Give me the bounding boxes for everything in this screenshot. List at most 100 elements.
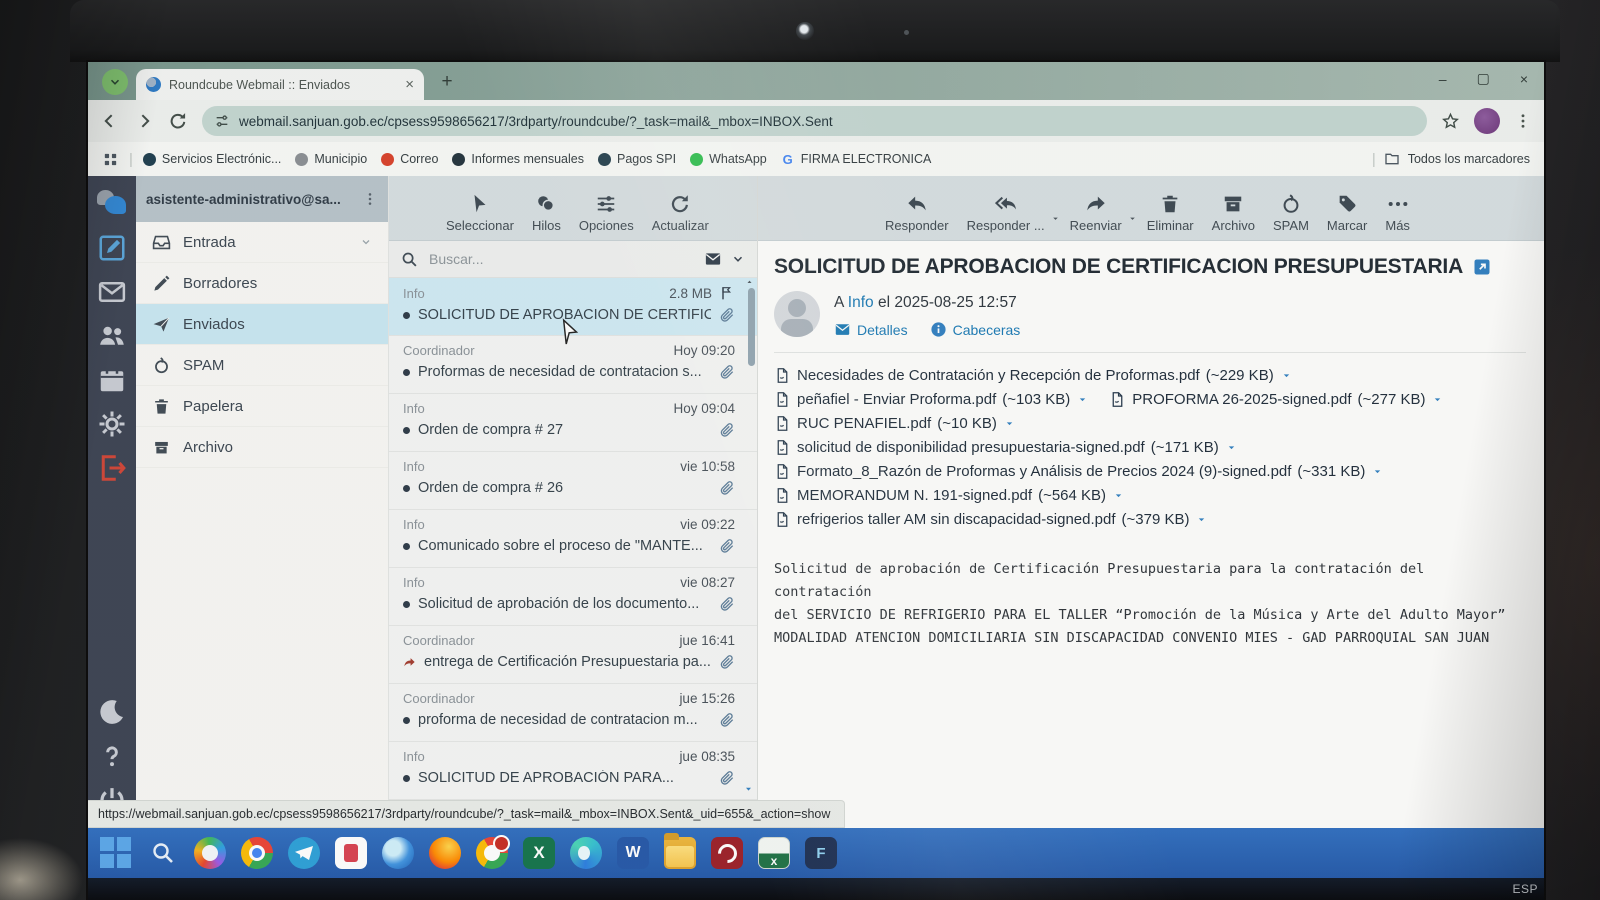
attachment-menu-caret-icon[interactable] xyxy=(1371,465,1384,478)
bookmark-star-icon[interactable] xyxy=(1441,112,1460,131)
attachment-menu-caret-icon[interactable] xyxy=(1195,513,1208,526)
sidebar-item-papelera[interactable]: Papelera xyxy=(136,386,388,427)
recipient-link[interactable]: Info xyxy=(848,294,874,311)
sidebar-item-spam[interactable]: SPAM xyxy=(136,345,388,386)
headers-toggle[interactable]: Cabeceras xyxy=(930,321,1021,338)
archivo-button[interactable]: Archivo xyxy=(1203,193,1264,240)
taskbar-icon-chrome[interactable] xyxy=(241,837,273,869)
search-input[interactable] xyxy=(427,250,695,268)
actualizar-button[interactable]: Actualizar xyxy=(643,193,718,240)
contacts-icon[interactable] xyxy=(97,321,127,351)
responder--button[interactable]: Responder ... xyxy=(958,193,1054,240)
mail-scope-icon[interactable] xyxy=(704,250,722,268)
seleccionar-button[interactable]: Seleccionar xyxy=(437,193,523,240)
attachment-menu-caret-icon[interactable] xyxy=(1280,369,1293,382)
browser-profile-avatar[interactable] xyxy=(1474,108,1500,134)
attachment-menu-caret-icon[interactable] xyxy=(1225,441,1238,454)
address-bar[interactable]: webmail.sanjuan.gob.ec/cpsess9598656217/… xyxy=(202,106,1427,136)
collapse-chevron-icon[interactable] xyxy=(360,236,372,248)
search-options-chevron-icon[interactable] xyxy=(731,252,745,266)
sidebar-item-borradores[interactable]: Borradores xyxy=(136,263,388,304)
taskbar-icon-search[interactable] xyxy=(147,837,179,869)
sidebar-item-archivo[interactable]: Archivo xyxy=(136,427,388,468)
taskbar-icon-firefox[interactable] xyxy=(429,837,461,869)
spam-button[interactable]: SPAM xyxy=(1264,193,1318,240)
settings-icon[interactable] xyxy=(97,409,127,439)
details-toggle[interactable]: Detalles xyxy=(834,321,908,338)
message-row[interactable]: Coordinadorjue 15:26proforma de necesida… xyxy=(389,684,757,742)
taskbar-icon-copilot[interactable] xyxy=(194,837,226,869)
forward-icon[interactable] xyxy=(134,111,154,131)
tab-close-icon[interactable]: × xyxy=(405,76,414,93)
browser-menu-icon[interactable] xyxy=(1514,112,1532,130)
attachment-menu-caret-icon[interactable] xyxy=(1003,417,1016,430)
logout-icon[interactable] xyxy=(97,453,127,483)
reenviar-button[interactable]: Reenviar xyxy=(1061,193,1131,240)
attachment-menu-caret-icon[interactable] xyxy=(1076,393,1089,406)
attachment-menu-caret-icon[interactable] xyxy=(1112,489,1125,502)
browser-tab[interactable]: Roundcube Webmail :: Enviados × xyxy=(136,69,424,100)
taskbar-icon-file-explorer[interactable] xyxy=(664,837,696,869)
taskbar-icon-finance-app[interactable]: F xyxy=(805,837,837,869)
flag-icon[interactable] xyxy=(719,285,735,301)
sidebar-item-enviados[interactable]: Enviados xyxy=(136,304,388,345)
eliminar-button[interactable]: Eliminar xyxy=(1138,193,1203,240)
bookmark-item[interactable]: Servicios Electrónic... xyxy=(143,152,281,166)
scrollbar-thumb[interactable] xyxy=(748,288,755,366)
apps-grid-icon[interactable] xyxy=(102,151,119,168)
scroll-up-icon[interactable] xyxy=(745,278,754,286)
open-in-new-window-icon[interactable] xyxy=(1473,258,1491,276)
más-button[interactable]: Más xyxy=(1376,193,1419,240)
attachment-item[interactable]: Formato_8_Razón de Proformas y Análisis … xyxy=(774,463,1384,480)
attachment-item[interactable]: MEMORANDUM N. 191-signed.pdf(~564 KB) xyxy=(774,487,1125,504)
dropdown-caret-icon[interactable] xyxy=(1050,213,1061,224)
taskbar-icon-word[interactable]: W xyxy=(617,837,649,869)
scroll-down-icon[interactable] xyxy=(743,784,754,794)
new-tab-button[interactable]: + xyxy=(434,69,460,95)
taskbar-icon-telegram[interactable] xyxy=(288,837,320,869)
message-row[interactable]: Coordinadorjue 16:41entrega de Certifica… xyxy=(389,626,757,684)
dropdown-caret-icon[interactable] xyxy=(1127,213,1138,224)
bookmark-item[interactable]: WhatsApp xyxy=(690,152,767,166)
message-row[interactable]: Infovie 09:22Comunicado sobre el proceso… xyxy=(389,510,757,568)
hilos-button[interactable]: Hilos xyxy=(523,193,570,240)
message-row[interactable]: Infojue 08:35SOLICITUD DE APROBACIÓN PAR… xyxy=(389,742,757,800)
theme-icon[interactable] xyxy=(97,697,127,727)
taskbar-icon-acrobat[interactable] xyxy=(711,837,743,869)
bookmark-item[interactable]: Pagos SPI xyxy=(598,152,676,166)
message-row[interactable]: Infovie 08:27Solicitud de aprobación de … xyxy=(389,568,757,626)
opciones-button[interactable]: Opciones xyxy=(570,193,643,240)
maximize-button[interactable]: ▢ xyxy=(1477,70,1490,87)
minimize-button[interactable]: – xyxy=(1439,71,1447,87)
taskbar-icon-start[interactable] xyxy=(100,837,132,869)
compose-icon[interactable] xyxy=(97,233,127,263)
mail-icon[interactable] xyxy=(97,277,127,307)
taskbar-icon-edge-alt[interactable] xyxy=(570,837,602,869)
taskbar-icon-mail-app[interactable] xyxy=(335,837,367,869)
back-icon[interactable] xyxy=(100,111,120,131)
account-menu-icon[interactable] xyxy=(362,191,378,207)
all-bookmarks-label[interactable]: Todos los marcadores xyxy=(1408,152,1530,166)
bookmark-item[interactable]: Informes mensuales xyxy=(452,152,584,166)
tab-search-button[interactable] xyxy=(102,69,128,95)
taskbar-icon-excel-file[interactable]: x xyxy=(758,837,790,869)
bookmark-item[interactable]: GFIRMA ELECTRONICA xyxy=(781,152,932,166)
bookmark-item[interactable]: Municipio xyxy=(295,152,367,166)
taskbar-icon-chrome-work[interactable] xyxy=(476,837,508,869)
attachment-item[interactable]: solicitud de disponibilidad presupuestar… xyxy=(774,439,1238,456)
responder-button[interactable]: Responder xyxy=(876,193,958,240)
site-settings-icon[interactable] xyxy=(214,113,230,129)
attachment-item[interactable]: RUC PENAFIEL.pdf(~10 KB) xyxy=(774,415,1016,432)
bookmark-item[interactable]: Correo xyxy=(381,152,438,166)
account-header[interactable]: asistente-administrativo@sa... xyxy=(136,176,388,222)
search-icon[interactable] xyxy=(401,251,418,268)
attachment-menu-caret-icon[interactable] xyxy=(1431,393,1444,406)
marcar-button[interactable]: Marcar xyxy=(1318,193,1376,240)
help-icon[interactable] xyxy=(97,741,127,771)
close-button[interactable]: × xyxy=(1520,71,1528,87)
sidebar-item-entrada[interactable]: Entrada xyxy=(136,222,388,263)
message-row[interactable]: InfoHoy 09:04Orden de compra # 27 xyxy=(389,394,757,452)
attachment-item[interactable]: Necesidades de Contratación y Recepción … xyxy=(774,367,1293,384)
attachment-item[interactable]: PROFORMA 26-2025-signed.pdf(~277 KB) xyxy=(1109,391,1444,408)
taskbar-icon-edge[interactable] xyxy=(382,837,414,869)
